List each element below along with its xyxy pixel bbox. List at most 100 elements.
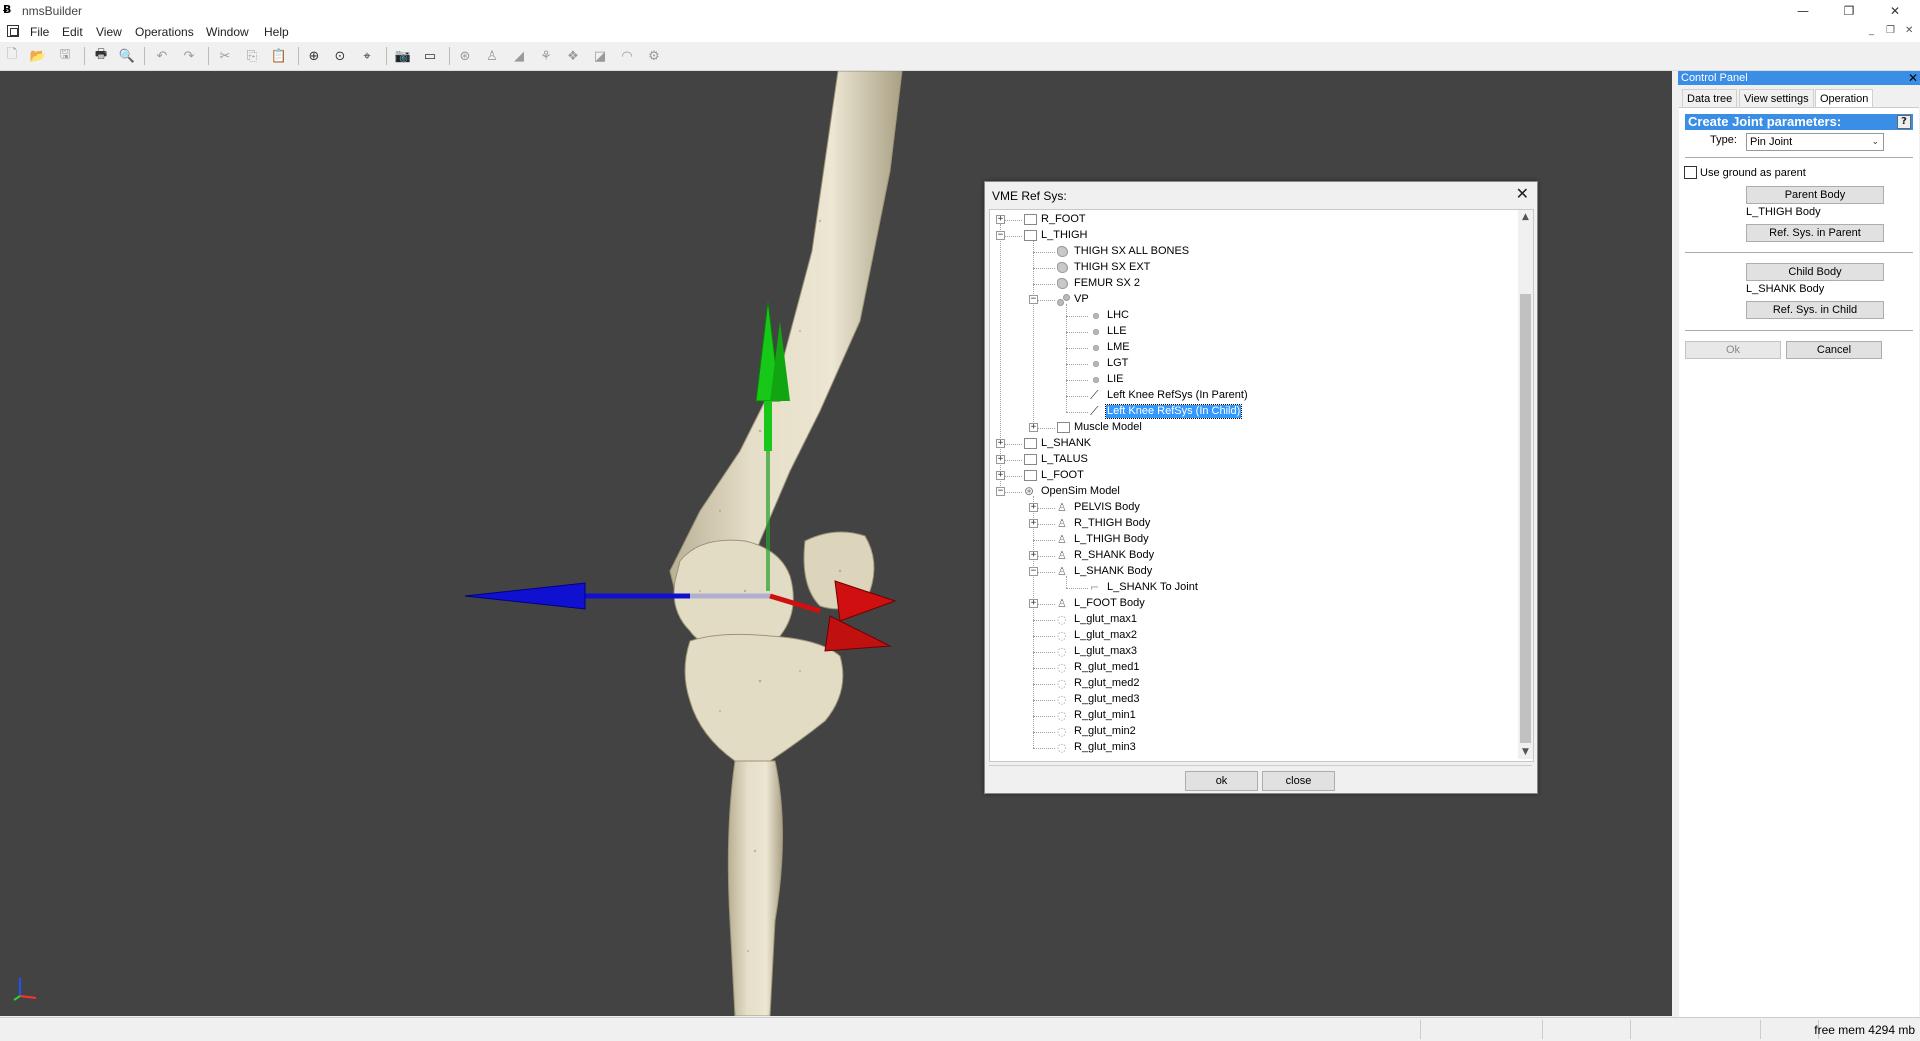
snapshot-icon[interactable]: 📷 (394, 47, 412, 65)
tree-item-label[interactable]: PELVIS Body (1073, 501, 1141, 514)
expand-icon[interactable]: + (1029, 519, 1038, 528)
tree-item[interactable]: + L_SHANK (990, 436, 1510, 452)
tree-item-label[interactable]: L_glut_max3 (1073, 645, 1138, 658)
tree-item[interactable]: ◌ R_glut_min1 (990, 708, 1510, 724)
tree-item-label[interactable]: LLE (1106, 325, 1128, 338)
child-body-button[interactable]: Child Body (1746, 263, 1884, 281)
expand-icon[interactable]: + (996, 471, 1005, 480)
render-view-icon[interactable]: ▭ (421, 47, 439, 65)
tree-item-label[interactable]: L_THIGH (1040, 229, 1088, 242)
tree-item[interactable]: + ♙ PELVIS Body (990, 500, 1510, 516)
tab-data-tree[interactable]: Data tree (1682, 89, 1738, 108)
tree-item[interactable]: + R_FOOT (990, 212, 1510, 228)
redo-icon[interactable]: ↷ (180, 47, 198, 65)
use-ground-checkbox[interactable] (1684, 166, 1697, 179)
wrap-icon[interactable]: ❖ (564, 47, 582, 65)
tree-item-label[interactable]: OpenSim Model (1040, 485, 1121, 498)
expand-icon[interactable]: + (1029, 503, 1038, 512)
tree-item-label[interactable]: L_SHANK To Joint (1106, 581, 1199, 594)
tree-item[interactable]: ⟋ Left Knee RefSys (In Parent) (990, 388, 1510, 404)
dialog-close-button[interactable]: close (1262, 771, 1335, 791)
tree-item[interactable]: LGT (990, 356, 1510, 372)
tree-item-label[interactable]: Left Knee RefSys (In Parent) (1106, 389, 1249, 402)
control-panel-close-icon[interactable]: ✕ (1908, 71, 1918, 85)
tree-item-label[interactable]: R_glut_med2 (1073, 677, 1140, 690)
tree-item[interactable]: − ♙ L_SHANK Body (990, 564, 1510, 580)
expand-icon[interactable]: + (1029, 599, 1038, 608)
copy-icon[interactable]: ⎘ (243, 47, 261, 65)
close-icon[interactable]: ✕ (1872, 0, 1918, 22)
save-icon[interactable]: 🖫 (56, 47, 74, 65)
tree-item-label[interactable]: R_FOOT (1040, 213, 1087, 226)
cancel-button[interactable]: Cancel (1786, 341, 1882, 359)
tree-item[interactable]: ⟋ Left Knee RefSys (In Child) (990, 404, 1510, 420)
joint-icon[interactable]: ◢ (510, 47, 528, 65)
new-file-icon[interactable]: 🗋 (3, 47, 21, 65)
expand-icon[interactable]: + (996, 439, 1005, 448)
tree-item-label[interactable]: R_glut_min1 (1073, 709, 1137, 722)
tree-item[interactable]: ◌ R_glut_med2 (990, 676, 1510, 692)
menu-edit[interactable]: Edit (62, 25, 83, 39)
collapse-icon[interactable]: − (996, 231, 1005, 240)
menu-view[interactable]: View (96, 25, 122, 39)
tree-item[interactable]: LIE (990, 372, 1510, 388)
zoom-all-icon[interactable]: ⊕ (305, 47, 323, 65)
tree-item-label[interactable]: LME (1106, 341, 1131, 354)
tree-item[interactable]: + ♙ L_FOOT Body (990, 596, 1510, 612)
minimize-icon[interactable]: — (1780, 0, 1826, 22)
tree-item-label[interactable]: LHC (1106, 309, 1130, 322)
tree-item-label[interactable]: THIGH SX ALL BONES (1073, 245, 1190, 258)
tree-item-label[interactable]: R_glut_min2 (1073, 725, 1137, 738)
scroll-thumb[interactable] (1520, 294, 1531, 743)
tree-item[interactable]: LHC (990, 308, 1510, 324)
opensim-icon[interactable]: ⊛ (456, 47, 474, 65)
tree-item[interactable]: ◌ L_glut_max2 (990, 628, 1510, 644)
body-icon[interactable]: ♙ (483, 47, 501, 65)
vme-tree[interactable]: + R_FOOT − L_THIGH THIGH SX ALL BONES THIGH S… (989, 209, 1534, 762)
tree-item[interactable]: ◌ L_glut_max3 (990, 644, 1510, 660)
tree-item-label[interactable]: L_SHANK Body (1073, 565, 1153, 578)
tree-item[interactable]: LLE (990, 324, 1510, 340)
tree-item-label[interactable]: L_SHANK (1040, 437, 1092, 450)
type-select[interactable]: Pin Joint ⌄ (1746, 133, 1884, 151)
tree-item[interactable]: LME (990, 340, 1510, 356)
tree-item[interactable]: ◌ R_glut_min2 (990, 724, 1510, 740)
center-view-icon[interactable]: ⌖ (358, 47, 376, 65)
mdi-close-icon[interactable]: ✕ (1905, 25, 1913, 36)
document-window-icon[interactable] (7, 25, 19, 37)
help-icon[interactable]: ? (1897, 115, 1911, 129)
tree-item-label[interactable]: L_glut_max2 (1073, 629, 1138, 642)
tree-item[interactable]: THIGH SX EXT (990, 260, 1510, 276)
tree-item-label[interactable]: THIGH SX EXT (1073, 261, 1151, 274)
expand-icon[interactable]: + (996, 455, 1005, 464)
tree-item[interactable]: − L_THIGH (990, 228, 1510, 244)
tree-item-label[interactable]: FEMUR SX 2 (1073, 277, 1141, 290)
tree-item-label[interactable]: L_glut_max1 (1073, 613, 1138, 626)
tree-item-label[interactable]: R_SHANK Body (1073, 549, 1155, 562)
tree-item[interactable]: ♙ L_THIGH Body (990, 532, 1510, 548)
coordinate-icon[interactable]: ◪ (591, 47, 609, 65)
tree-item[interactable]: + L_FOOT (990, 468, 1510, 484)
tree-item-label[interactable]: L_FOOT Body (1073, 597, 1146, 610)
tree-item[interactable]: + L_TALUS (990, 452, 1510, 468)
mdi-restore-icon[interactable]: ❐ (1886, 25, 1895, 36)
tree-item-label[interactable]: L_FOOT (1040, 469, 1085, 482)
scroll-down-icon[interactable]: ▼ (1518, 745, 1533, 759)
restore-icon[interactable]: ❐ (1826, 0, 1872, 22)
tree-item-label[interactable]: Muscle Model (1073, 421, 1143, 434)
tree-item-label[interactable]: L_TALUS (1040, 453, 1089, 466)
parent-body-button[interactable]: Parent Body (1746, 186, 1884, 204)
menu-file[interactable]: File (30, 25, 49, 39)
tree-item[interactable]: ◌ R_glut_med1 (990, 660, 1510, 676)
tree-item[interactable]: − ⊛ OpenSim Model (990, 484, 1510, 500)
expand-icon[interactable]: + (996, 215, 1005, 224)
tree-item-label[interactable]: L_THIGH Body (1073, 533, 1150, 546)
menu-operations[interactable]: Operations (135, 25, 194, 39)
paste-icon[interactable]: 📋 (270, 47, 288, 65)
ok-button[interactable]: Ok (1685, 341, 1781, 359)
ref-sys-child-button[interactable]: Ref. Sys. in Child (1746, 301, 1884, 319)
cut-icon[interactable]: ✂ (216, 47, 234, 65)
collapse-icon[interactable]: − (1029, 295, 1038, 304)
open-file-icon[interactable]: 📂 (29, 47, 47, 65)
collapse-icon[interactable]: − (1029, 567, 1038, 576)
